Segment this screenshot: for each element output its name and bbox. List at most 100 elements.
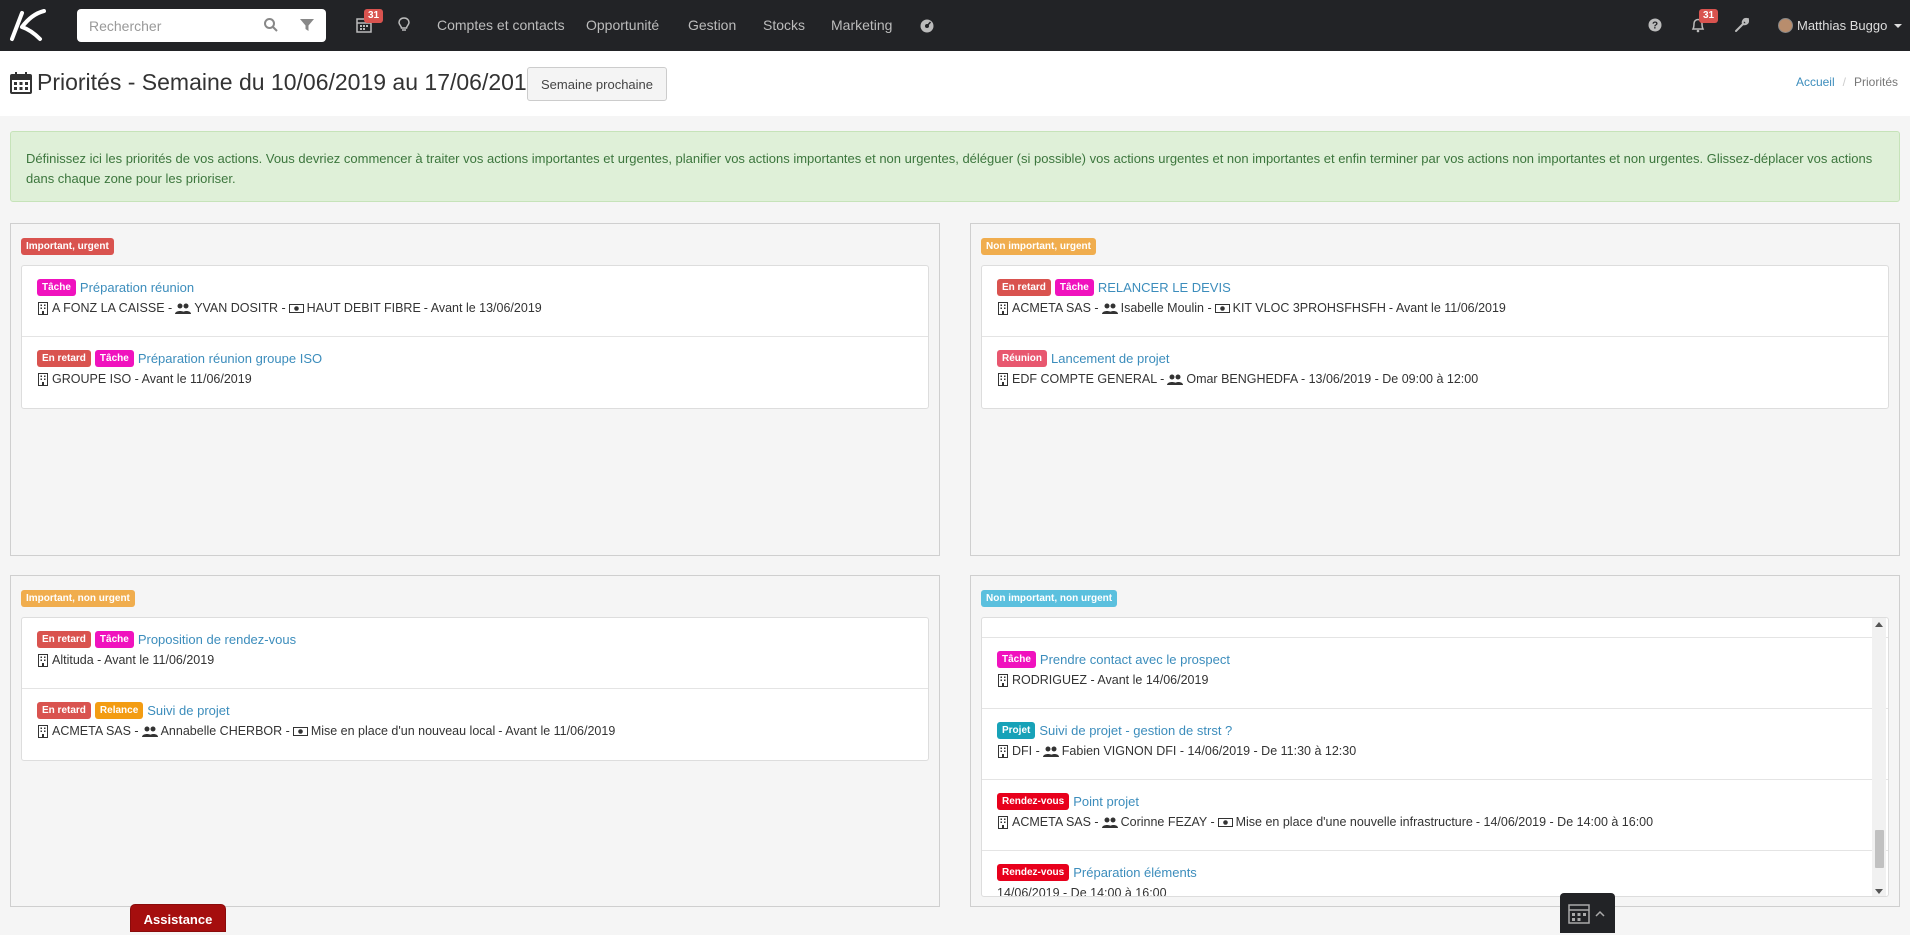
wrench-icon[interactable] xyxy=(1733,16,1751,34)
nav-stocks[interactable]: Stocks xyxy=(763,0,805,51)
company-name: RODRIGUEZ - Avant le 14/06/2019 xyxy=(1012,673,1209,687)
quadrant-non-important-urgent[interactable]: Non important, urgent En retard Tâche RE… xyxy=(970,223,1900,556)
quadrant-label: Important, non urgent xyxy=(21,590,135,607)
contact-name: Annabelle CHERBOR - xyxy=(160,724,290,738)
search-box xyxy=(77,9,326,42)
list-item[interactable]: Rendez-vous Préparation éléments 14/06/2… xyxy=(982,851,1888,896)
building-icon xyxy=(998,372,1008,386)
scroll-down-icon[interactable] xyxy=(1875,889,1883,894)
list-item[interactable]: Tâche Préparation réunion A FONZ LA CAIS… xyxy=(22,266,928,337)
due-date: - Avant le 11/06/2019 xyxy=(498,724,616,738)
nav-gestion[interactable]: Gestion xyxy=(688,0,736,51)
quadrant-important-urgent[interactable]: Important, urgent Tâche Préparation réun… xyxy=(10,223,940,556)
list-item[interactable]: Projet Suivi de projet - gestion de strs… xyxy=(982,709,1888,780)
company-name: ACMETA SAS - xyxy=(52,724,139,738)
nav-opportunite[interactable]: Opportunité xyxy=(586,0,659,51)
notifications-badge: 31 xyxy=(1699,9,1719,23)
users-icon xyxy=(175,303,192,314)
task-badge: Tâche xyxy=(94,630,134,648)
scrollbar[interactable] xyxy=(1872,618,1886,896)
search-icon[interactable] xyxy=(263,17,279,33)
action-link[interactable]: Prendre contact avec le prospect xyxy=(1040,652,1230,667)
list-item[interactable]: En retard Tâche Préparation réunion grou… xyxy=(22,337,928,408)
building-icon xyxy=(38,372,48,386)
filter-icon[interactable] xyxy=(299,17,315,33)
building-icon xyxy=(38,653,48,667)
nav-marketing[interactable]: Marketing xyxy=(831,0,892,51)
follow-up-badge: Relance xyxy=(94,701,144,719)
company-name: GROUPE ISO - Avant le 11/06/2019 xyxy=(52,372,252,386)
lightbulb-icon[interactable] xyxy=(395,16,413,34)
opportunity-name: Mise en place d'une nouvelle infrastruct… xyxy=(1235,815,1473,829)
action-link[interactable]: Point projet xyxy=(1073,794,1139,809)
users-icon xyxy=(1167,374,1184,385)
action-link[interactable]: Suivi de projet - gestion de strst ? xyxy=(1039,723,1232,738)
calendar-icon xyxy=(10,72,32,94)
action-link[interactable]: Préparation éléments xyxy=(1073,865,1197,880)
contact-name: Isabelle Moulin - xyxy=(1120,301,1212,315)
action-link[interactable]: Préparation réunion xyxy=(80,280,194,295)
list-item[interactable]: Rendez-vous Point projet ACMETA SAS - Co… xyxy=(982,780,1888,851)
list-item[interactable]: En retard Tâche Proposition de rendez-vo… xyxy=(22,618,928,689)
action-list: Tâche Préparation réunion A FONZ LA CAIS… xyxy=(21,265,929,409)
page-title: Priorités - Semaine du 10/06/2019 au 17/… xyxy=(37,69,540,95)
list-item[interactable]: Réunion Lancement de projet EDF COMPTE G… xyxy=(982,337,1888,408)
list-item[interactable]: Tâche Prendre contact avec le prospect R… xyxy=(982,638,1888,709)
company-name: ACMETA SAS - xyxy=(1012,815,1099,829)
scrollbar-thumb[interactable] xyxy=(1875,830,1884,868)
money-icon xyxy=(292,726,308,736)
task-badge: Tâche xyxy=(94,349,134,367)
task-badge: Tâche xyxy=(1054,278,1094,296)
quadrant-label: Important, urgent xyxy=(21,238,114,255)
building-icon xyxy=(38,301,48,315)
opportunity-name: HAUT DEBIT FIBRE xyxy=(306,301,421,315)
action-list: En retard Tâche Proposition de rendez-vo… xyxy=(21,617,929,761)
users-icon xyxy=(1042,746,1059,757)
list-item[interactable]: En retard Tâche RELANCER LE DEVIS ACMETA… xyxy=(982,266,1888,337)
company-name: A FONZ LA CAISSE - xyxy=(52,301,173,315)
late-badge: En retard xyxy=(37,630,91,648)
help-icon[interactable]: ? xyxy=(1646,16,1664,34)
quadrant-label: Non important, non urgent xyxy=(981,590,1118,607)
task-badge: Tâche xyxy=(997,650,1036,668)
nav-comptes-contacts[interactable]: Comptes et contacts xyxy=(437,0,565,51)
action-link[interactable]: Préparation réunion groupe ISO xyxy=(138,351,322,366)
calendar-badge: 31 xyxy=(364,9,384,23)
late-badge: En retard xyxy=(997,278,1051,296)
quadrant-non-important-non-urgent[interactable]: Non important, non urgent Tâche Prendre … xyxy=(970,575,1900,907)
action-list[interactable]: Tâche Prendre contact avec le prospect R… xyxy=(981,617,1889,897)
late-badge: En retard xyxy=(37,349,91,367)
user-menu[interactable]: Matthias Buggo xyxy=(1778,0,1903,51)
opportunity-name: KIT VLOC 3PROHSFHSFH xyxy=(1232,301,1386,315)
action-link[interactable]: Suivi de projet xyxy=(147,703,229,718)
list-item[interactable]: En retard Relance Suivi de projet ACMETA… xyxy=(22,689,928,760)
contact-name: YVAN DOSITR - xyxy=(194,301,286,315)
appointment-badge: Rendez-vous xyxy=(997,863,1070,881)
action-link[interactable]: Lancement de projet xyxy=(1051,351,1170,366)
calendar-widget[interactable] xyxy=(1560,893,1615,933)
user-name: Matthias Buggo xyxy=(1797,18,1888,33)
project-badge: Projet xyxy=(997,721,1036,739)
action-link[interactable]: RELANCER LE DEVIS xyxy=(1098,280,1231,295)
contact-name: Corinne FEZAY - xyxy=(1120,815,1215,829)
app-logo[interactable] xyxy=(8,7,48,43)
quadrant-important-non-urgent[interactable]: Important, non urgent En retard Tâche Pr… xyxy=(10,575,940,907)
building-icon xyxy=(998,815,1008,829)
contact-name: Omar BENGHEDFA - 13/06/2019 - De 09:00 à… xyxy=(1186,372,1479,386)
action-link[interactable]: Proposition de rendez-vous xyxy=(138,632,296,647)
money-icon xyxy=(1217,817,1233,827)
building-icon xyxy=(38,724,48,738)
breadcrumb-home-link[interactable]: Accueil xyxy=(1796,75,1835,89)
search-input[interactable] xyxy=(77,10,257,41)
appointment-badge: Rendez-vous xyxy=(997,792,1070,810)
money-icon xyxy=(288,303,304,313)
dashboard-icon[interactable] xyxy=(918,16,936,34)
quadrant-label: Non important, urgent xyxy=(981,238,1096,255)
due-date: - Avant le 13/06/2019 xyxy=(423,301,542,315)
scroll-up-icon[interactable] xyxy=(1875,622,1883,627)
next-week-button[interactable]: Semaine prochaine xyxy=(527,67,667,101)
opportunity-name: Mise en place d'un nouveau local xyxy=(310,724,496,738)
company-name: Altituda - Avant le 11/06/2019 xyxy=(52,653,215,667)
money-icon xyxy=(1214,303,1230,313)
assistance-button[interactable]: Assistance xyxy=(130,904,226,932)
